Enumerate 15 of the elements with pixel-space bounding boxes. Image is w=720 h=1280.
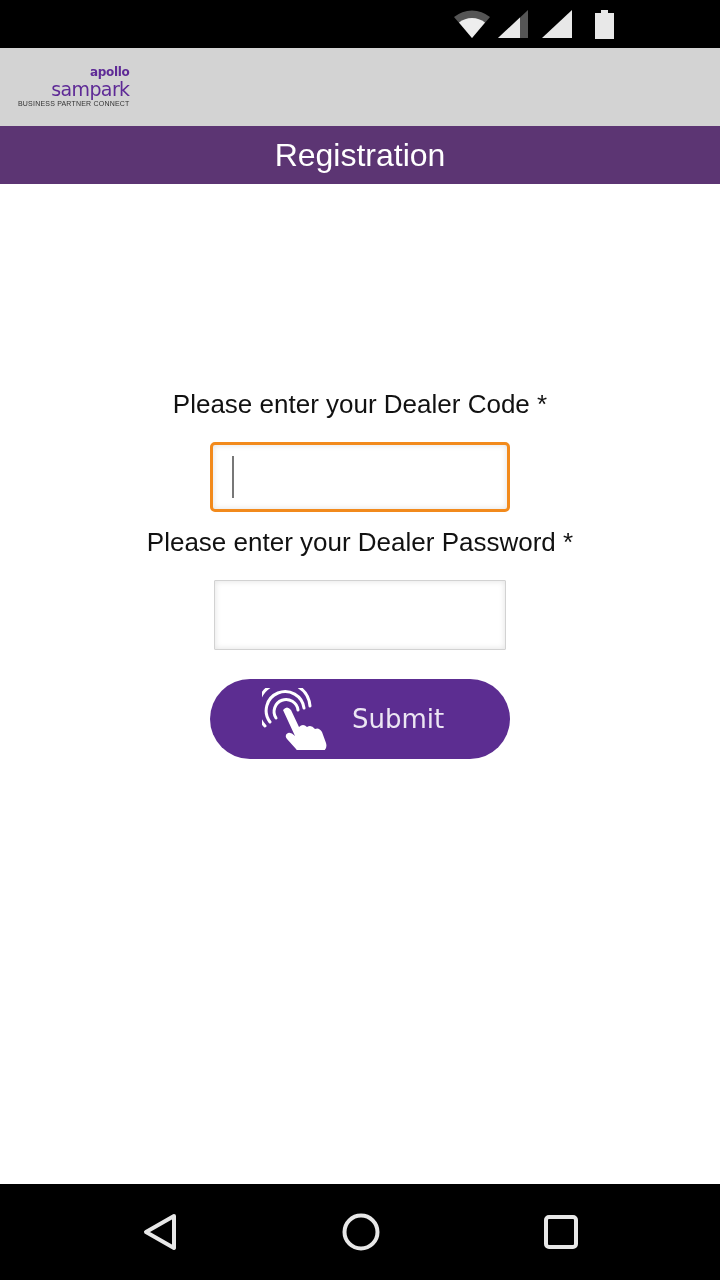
home-icon[interactable]	[342, 1213, 380, 1251]
recents-icon[interactable]	[544, 1215, 578, 1249]
logo-brand: apollo	[89, 66, 130, 79]
field-label: Please enter your Dealer Password *	[146, 526, 574, 558]
battery-icon	[595, 9, 614, 39]
back-icon[interactable]	[142, 1213, 178, 1251]
signal-icon	[498, 10, 528, 38]
text-cursor	[232, 456, 234, 498]
wifi-icon	[454, 10, 490, 38]
input-field[interactable]	[214, 580, 506, 650]
signal-icon	[542, 10, 572, 38]
field-label: Please enter your Dealer Code *	[172, 388, 548, 420]
submit-button[interactable]: Submit	[210, 679, 510, 759]
input-field[interactable]	[210, 442, 510, 512]
page-title: Registration	[274, 136, 446, 175]
